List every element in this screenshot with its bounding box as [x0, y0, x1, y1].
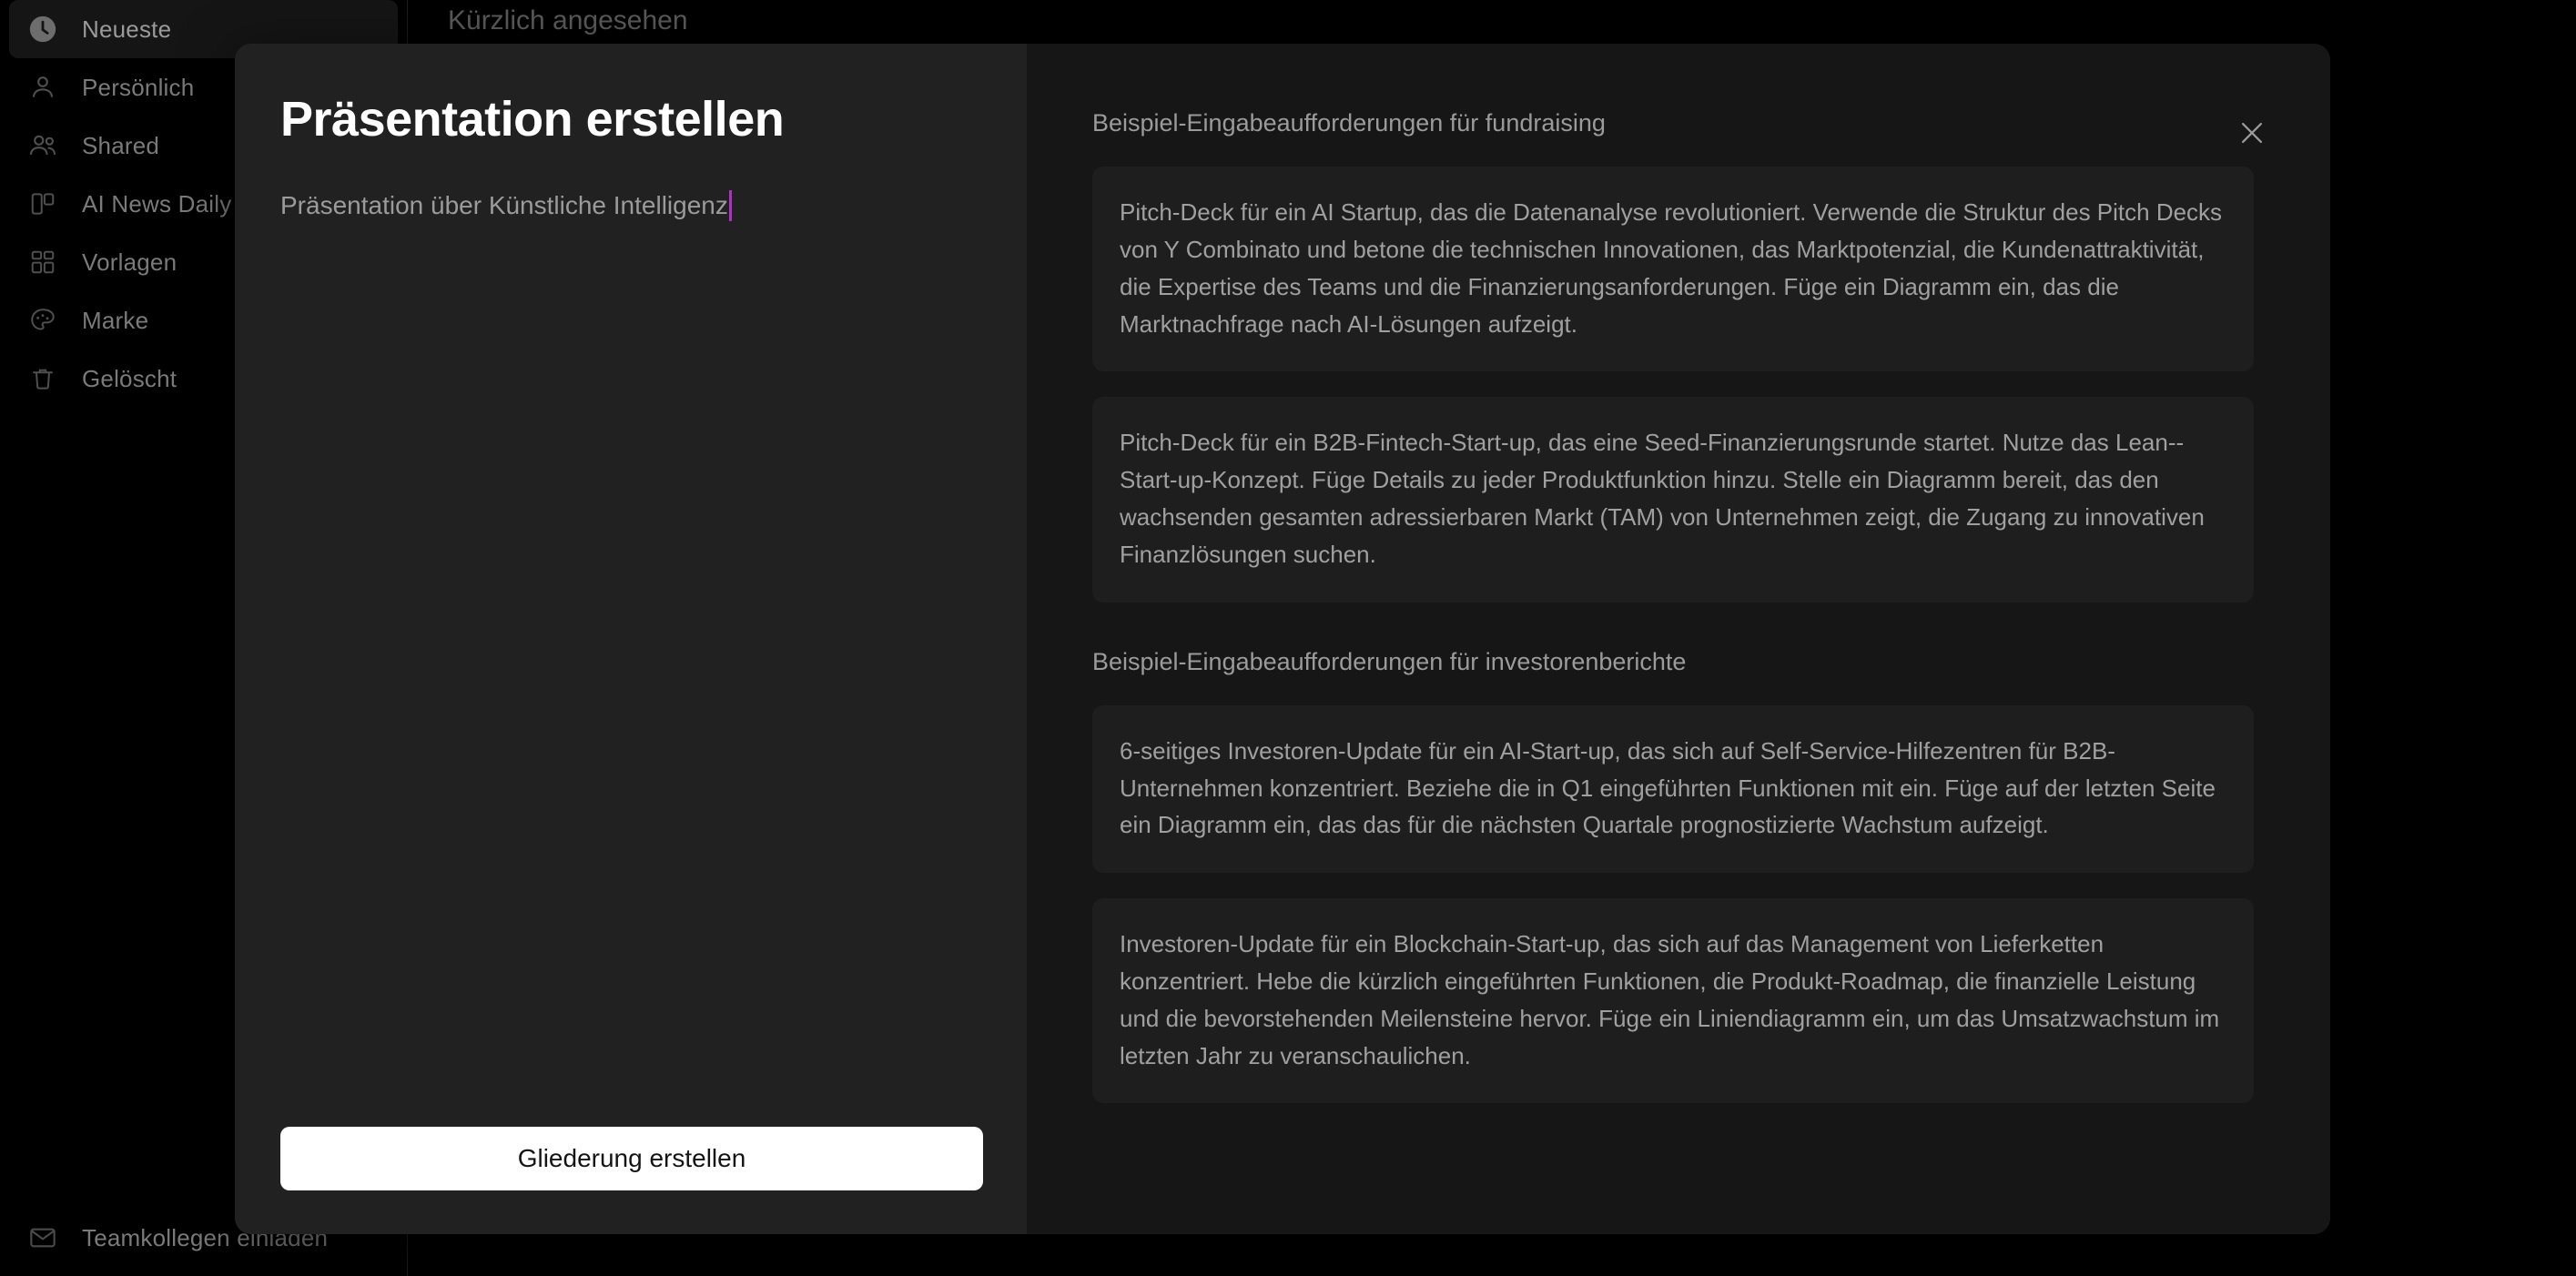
- layout-icon: [27, 188, 58, 219]
- create-presentation-modal: Präsentation erstellen Präsentation über…: [235, 44, 2330, 1234]
- close-icon[interactable]: [2228, 109, 2276, 157]
- example-prompt-card[interactable]: Investoren-Update für ein Blockchain-Sta…: [1092, 898, 2254, 1104]
- palette-icon: [27, 305, 58, 336]
- section-heading: Beispiel-Eingabeaufforderungen für fundr…: [1092, 109, 1606, 137]
- background-content-title: Kürzlich angesehen: [448, 5, 688, 35]
- trash-icon: [27, 363, 58, 394]
- app-root: Neueste Persönlich Shared AI News Daily Vorl…: [0, 0, 2576, 1276]
- people-icon: [27, 130, 58, 161]
- sidebar-item-label: Shared: [82, 131, 160, 159]
- prompt-section: Beispiel-Eingabeaufforderungen für fundr…: [1092, 107, 2254, 603]
- clock-icon: [27, 14, 58, 45]
- mail-icon: [27, 1222, 58, 1253]
- sidebar-item-label: Marke: [82, 306, 149, 334]
- modal-title: Präsentation erstellen: [280, 92, 785, 147]
- sidebar-item-label: Neueste: [82, 15, 172, 43]
- sidebar-item-label: AI News Daily: [82, 189, 232, 218]
- sidebar-item-label: Gelöscht: [82, 364, 177, 392]
- text-caret: [728, 190, 732, 222]
- sidebar-item-label: Vorlagen: [82, 248, 177, 276]
- modal-right-panel: Beispiel-Eingabeaufforderungen für fundr…: [1027, 44, 2330, 1234]
- grid-icon: [27, 247, 58, 278]
- section-heading: Beispiel-Eingabeaufforderungen für inves…: [1092, 647, 1687, 675]
- create-outline-button[interactable]: Gliederung erstellen: [280, 1127, 983, 1190]
- example-prompt-card[interactable]: Pitch-Deck für ein AI Startup, das die D…: [1092, 167, 2254, 372]
- sidebar-item-label: Persönlich: [82, 73, 195, 101]
- example-prompt-card[interactable]: 6-seitiges Investoren-Update für ein AI-…: [1092, 704, 2254, 874]
- person-icon: [27, 72, 58, 103]
- prompt-section: Beispiel-Eingabeaufforderungen für inves…: [1092, 646, 2254, 1104]
- modal-left-panel: Präsentation erstellen Präsentation über…: [235, 44, 1027, 1234]
- prompt-input-value: Präsentation über Künstliche Intelligenz: [280, 191, 728, 220]
- example-prompts-scroll[interactable]: Beispiel-Eingabeaufforderungen für fundr…: [1092, 95, 2254, 1234]
- left-panel-spacer: [280, 222, 983, 1127]
- example-prompt-card[interactable]: Pitch-Deck für ein B2B-Fintech-Start-up,…: [1092, 397, 2254, 603]
- prompt-input[interactable]: Präsentation über Künstliche Intelligenz: [280, 189, 983, 222]
